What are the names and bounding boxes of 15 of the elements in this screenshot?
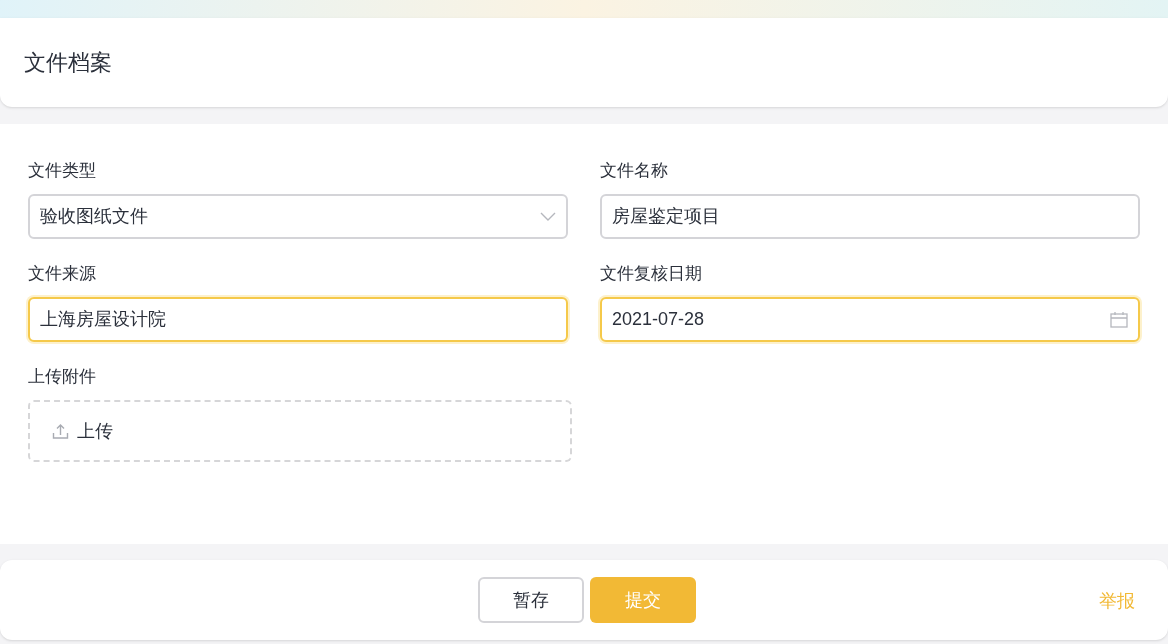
dropdown[interactable]: 验收图纸文件 — [28, 194, 568, 239]
upload-area[interactable]: 上传 — [28, 400, 572, 462]
save-draft-button[interactable]: 暂存 — [478, 577, 584, 623]
field-label: 文件名称 — [600, 160, 669, 182]
field-label: 文件来源 — [28, 263, 97, 285]
input-field[interactable]: 房屋鉴定项目 — [600, 194, 1140, 239]
input-field[interactable]: 上海房屋设计院 — [28, 297, 568, 342]
field-label: 文件类型 — [28, 160, 97, 182]
date-field[interactable]: 2021-07-28 — [600, 297, 1140, 342]
upload-icon — [52, 422, 69, 440]
field-label: 上传附件 — [28, 366, 97, 388]
calendar-icon — [1110, 311, 1128, 328]
field-label: 文件复核日期 — [600, 263, 703, 285]
chevron-down-icon — [540, 211, 556, 222]
page-title: 文件档案 — [24, 49, 112, 77]
